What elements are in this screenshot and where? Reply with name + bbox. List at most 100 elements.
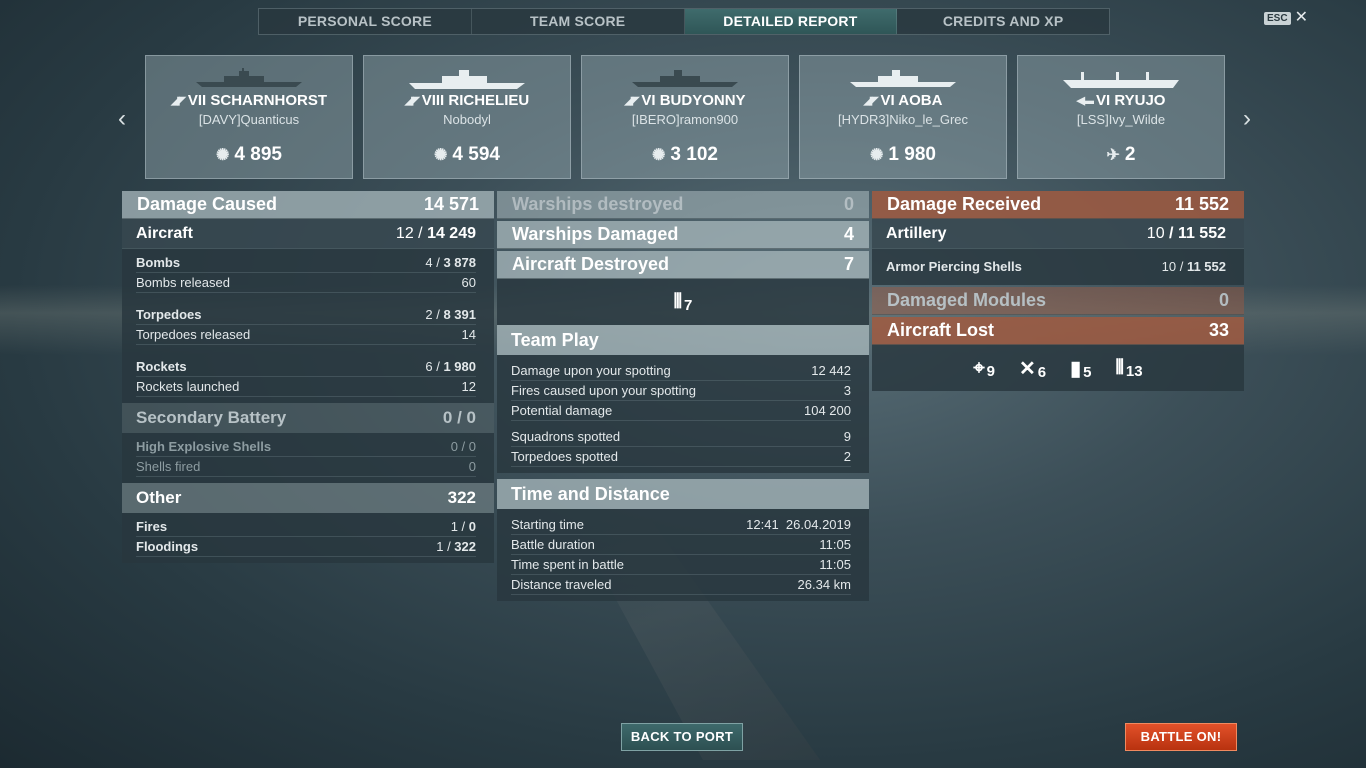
other-value: 322 — [447, 488, 476, 507]
esc-key-label: ESC — [1264, 11, 1291, 25]
team-play-label: Team Play — [511, 329, 599, 350]
floodings-damage: 322 — [454, 539, 476, 554]
team-row-label: Potential damage — [511, 403, 613, 418]
plane-destroyed-icon: ✈ — [1106, 147, 1120, 164]
team-row-value: 9 — [843, 429, 851, 444]
rockets-launched-value: 12 — [461, 379, 476, 394]
rockets-launched-row: Rockets launched 12 — [136, 377, 476, 397]
other-header: Other 322 — [122, 483, 494, 513]
warships-destroyed-header: Warships destroyed 0 — [497, 191, 869, 219]
ship-score: 1 980 — [888, 144, 936, 165]
loss-stat: ⌖ 9 — [973, 357, 995, 380]
time-row-value: 26.34 km — [797, 577, 851, 592]
other-label: Other — [136, 488, 182, 507]
plane-shot-icon: ✕ — [1019, 357, 1036, 380]
team-row-value: 12 442 — [811, 363, 851, 378]
aircraft-sep: / — [413, 224, 428, 242]
bombs-row: Bombs 4 / 3 878 — [136, 253, 476, 273]
player-name: [LSS]Ivy_Wilde — [1076, 112, 1166, 127]
other-breakdown: Fires 1 / 0 Floodings 1 / 322 — [122, 513, 494, 563]
crosshair-icon: ⌖ — [973, 356, 985, 379]
team-row-value: 3 — [843, 383, 851, 398]
aircraft-lost-value: 33 — [1208, 320, 1229, 340]
back-to-port-button[interactable]: BACK TO PORT — [621, 723, 743, 751]
rockets-damage: 1 980 — [443, 359, 476, 374]
aircraft-hits: 12 — [395, 224, 414, 242]
team-row-label: Damage upon your spotting — [511, 363, 671, 378]
torpedoes-released-value: 14 — [461, 327, 476, 342]
time-distance-label: Time and Distance — [511, 483, 670, 504]
aircraft-damage: 14 249 — [427, 224, 476, 242]
ship-silhouette-icon — [1063, 72, 1179, 88]
damage-received-value: 11 552 — [1174, 194, 1229, 214]
tab-team-score[interactable]: TEAM SCORE — [472, 9, 685, 34]
warships-destroyed-label: Warships destroyed — [512, 194, 684, 214]
aircraft-damage-row: Aircraft 12 / 14 249 — [122, 219, 494, 249]
warships-damaged-value: 4 — [843, 224, 854, 244]
ship-card[interactable]: ◢◤ VI BUDYONNY [IBERO]ramon900 ✺ 3 102 — [581, 55, 789, 179]
torpedoes-damage: 8 391 — [443, 307, 476, 322]
time-row: Battle duration 11:05 — [511, 535, 851, 555]
team-row: Damage upon your spotting 12 442 — [511, 361, 851, 381]
ship-cards: ◢◤ VII SCHARNHORST [DAVY]Quanticus ✺ 4 895… — [145, 55, 1225, 179]
fires-label: Fires — [136, 519, 168, 534]
ship-card[interactable]: ◢◤ VIII RICHELIEU Nobodyl ✺ 4 594 — [363, 55, 571, 179]
aa-kill-value: 7 — [684, 296, 693, 314]
aircraft-destroyed-icons: ⫴ 7 — [497, 279, 869, 325]
time-row-value: 12:41 26.04.2019 — [746, 517, 851, 532]
team-play-header: Team Play — [497, 325, 869, 355]
loss-stat: ▮ 5 — [1070, 356, 1091, 381]
ship-name: VIII RICHELIEU — [421, 92, 530, 109]
team-play-breakdown: Damage upon your spotting 12 442 Fires c… — [497, 355, 869, 473]
prev-arrow-icon[interactable]: ‹ — [112, 105, 132, 133]
he-shells-row: High Explosive Shells 0 / 0 — [136, 437, 476, 457]
tab-personal-score[interactable]: PERSONAL SCORE — [259, 9, 472, 34]
ship-card[interactable]: ◀▬ VI RYUJO [LSS]Ivy_Wilde ✈ 2 — [1017, 55, 1225, 179]
ap-shells-label: Armor Piercing Shells — [886, 259, 1022, 274]
battle-on-button[interactable]: BATTLE ON! — [1125, 723, 1237, 751]
next-arrow-icon[interactable]: › — [1237, 105, 1257, 133]
ship-silhouette-icon — [850, 70, 956, 87]
ship-name: VII SCHARNHORST — [187, 92, 328, 109]
artillery-label: Artillery — [886, 224, 947, 242]
team-row-label: Fires caused upon your spotting — [511, 383, 696, 398]
artillery-hits: 10 — [1146, 224, 1165, 242]
ship-card[interactable]: ◢◤ VI AOBA [HYDR3]Niko_le_Grec ✺ 1 980 — [799, 55, 1007, 179]
torpedoes-row: Torpedoes 2 / 8 391 — [136, 305, 476, 325]
aircraft-destroyed-label: Aircraft Destroyed — [512, 254, 670, 274]
fires-hits: 1 — [450, 519, 458, 534]
fires-row: Fires 1 / 0 — [136, 517, 476, 537]
tab-detailed-report[interactable]: DETAILED REPORT — [684, 9, 898, 34]
floodings-label: Floodings — [136, 539, 199, 554]
he-shells-label: High Explosive Shells — [136, 439, 272, 454]
floodings-hits: 1 — [436, 539, 444, 554]
artillery-row: Artillery 10 / 11 552 — [872, 219, 1244, 249]
ship-card[interactable]: ◢◤ VII SCHARNHORST [DAVY]Quanticus ✺ 4 895 — [145, 55, 353, 179]
tab-credits-xp[interactable]: CREDITS AND XP — [897, 9, 1109, 34]
damage-caused-label: Damage Caused — [137, 194, 278, 214]
close-icon[interactable]: ✕ — [1295, 10, 1308, 26]
loss-value: 9 — [986, 362, 996, 380]
team-row: Potential damage 104 200 — [511, 401, 851, 421]
damaged-modules-label: Damaged Modules — [887, 290, 1047, 310]
team-row-label: Torpedoes spotted — [511, 449, 618, 464]
damage-icon: ✺ — [434, 147, 448, 164]
aa-kill-stat: ⫴ 7 — [674, 291, 693, 314]
ap-shells-row: Armor Piercing Shells 10 / 11 552 — [886, 257, 1226, 277]
ship-silhouette-icon — [409, 70, 525, 89]
secondary-battery-value: 0 / 0 — [442, 408, 476, 427]
rockets-label: Rockets — [136, 359, 187, 374]
time-row-label: Time spent in battle — [511, 557, 624, 572]
rockets-row: Rockets 6 / 1 980 — [136, 357, 476, 377]
rockets-hits: 6 — [425, 359, 433, 374]
esc-close-button[interactable]: ESC ✕ — [1264, 10, 1308, 26]
ship-silhouette-icon — [196, 68, 302, 87]
artillery-damage: 11 552 — [1177, 224, 1226, 242]
time-row: Time spent in battle 11:05 — [511, 555, 851, 575]
shells-fired-value: 0 — [468, 459, 476, 474]
loss-stat: ⫴ 13 — [1115, 357, 1142, 380]
aircraft-destroyed-value: 7 — [843, 254, 854, 274]
ship-score: 3 102 — [670, 144, 718, 165]
secondary-battery-header: Secondary Battery 0 / 0 — [122, 403, 494, 433]
damage-caused-value: 14 571 — [423, 194, 479, 214]
